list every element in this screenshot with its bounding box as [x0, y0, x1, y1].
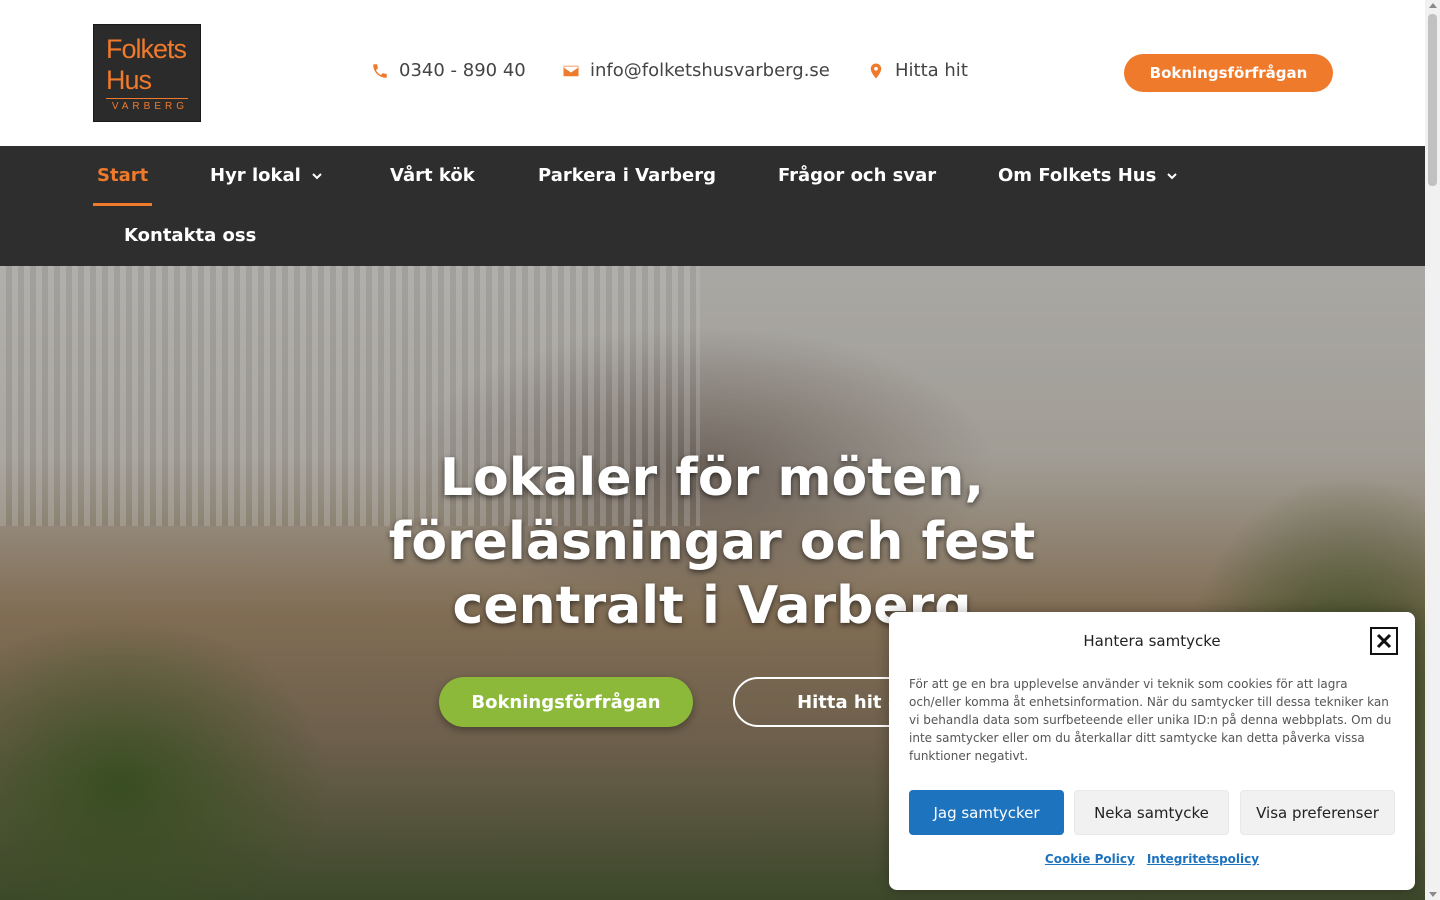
site-logo[interactable]: Folkets Hus VARBERG — [93, 24, 201, 122]
directions-link[interactable]: Hitta hit — [867, 60, 968, 81]
close-icon — [1376, 633, 1392, 649]
phone-link[interactable]: 0340 - 890 40 — [371, 60, 526, 81]
logo-divider — [106, 98, 188, 99]
cookie-dialog-text: För att ge en bra upplevelse använder vi… — [909, 677, 1392, 763]
hero-booking-button[interactable]: Bokningsförfrågan — [439, 677, 693, 727]
page-scrollbar[interactable] — [1425, 0, 1440, 900]
nav-item-start[interactable]: Start — [97, 165, 148, 186]
site-header: Folkets Hus VARBERG 0340 - 890 40 info@f… — [0, 0, 1425, 146]
scrollbar-thumb[interactable] — [1428, 14, 1437, 186]
nav-item-kontakta-oss[interactable]: Kontakta oss — [124, 225, 256, 246]
phone-icon — [373, 63, 387, 78]
nav-item-label: Om Folkets Hus — [998, 165, 1157, 186]
envelope-icon — [563, 65, 579, 76]
logo-line-1: Folkets — [106, 34, 187, 64]
scroll-down-arrow-icon[interactable] — [1429, 892, 1437, 897]
scroll-up-arrow-icon[interactable] — [1429, 3, 1437, 8]
nav-item-hyr-lokal[interactable]: Hyr lokal — [210, 165, 323, 186]
logo-line-3: VARBERG — [111, 101, 188, 112]
cookie-consent-dialog: Hantera samtycke För att ge en bra upple… — [889, 612, 1415, 890]
cookie-dialog-title: Hantera samtycke — [1083, 632, 1221, 650]
email-address: info@folketshusvarberg.se — [590, 60, 830, 81]
nav-item-fragor-och-svar[interactable]: Frågor och svar — [778, 165, 936, 186]
directions-label: Hitta hit — [895, 60, 968, 81]
map-pin-icon — [870, 63, 882, 78]
nav-item-om-folkets-hus[interactable]: Om Folkets Hus — [998, 165, 1178, 186]
cookie-accept-button[interactable]: Jag samtycker — [909, 790, 1064, 835]
cookie-policy-link[interactable]: Cookie Policy — [1045, 852, 1135, 866]
cookie-preferences-button[interactable]: Visa preferenser — [1240, 790, 1395, 835]
main-navigation: Start Hyr lokal Vårt kök Parkera i Varbe… — [0, 146, 1425, 266]
cookie-close-button[interactable] — [1370, 627, 1398, 655]
chevron-down-icon — [312, 172, 322, 179]
active-nav-underline — [93, 203, 152, 206]
cookie-policy-links: Cookie Policy Integritetspolicy — [889, 852, 1415, 866]
nav-item-label: Hyr lokal — [210, 165, 301, 186]
cookie-deny-button[interactable]: Neka samtycke — [1074, 790, 1229, 835]
nav-item-label: Parkera i Varberg — [538, 165, 716, 186]
nav-item-label: Frågor och svar — [778, 165, 937, 186]
nav-item-label: Kontakta oss — [124, 225, 257, 246]
nav-item-vart-kok[interactable]: Vårt kök — [390, 165, 475, 186]
booking-request-button[interactable]: Bokningsförfrågan — [1124, 54, 1333, 92]
chevron-down-icon — [1167, 172, 1178, 179]
privacy-policy-link[interactable]: Integritetspolicy — [1147, 852, 1259, 866]
phone-number: 0340 - 890 40 — [399, 60, 526, 81]
hero-title: Lokaler för möten, föreläsningar och fes… — [388, 448, 1036, 636]
nav-item-label: Vårt kök — [390, 165, 475, 186]
nav-item-parkera[interactable]: Parkera i Varberg — [538, 165, 716, 186]
nav-item-label: Start — [97, 165, 149, 186]
email-link[interactable]: info@folketshusvarberg.se — [562, 60, 830, 81]
logo-line-2: Hus — [106, 65, 152, 95]
